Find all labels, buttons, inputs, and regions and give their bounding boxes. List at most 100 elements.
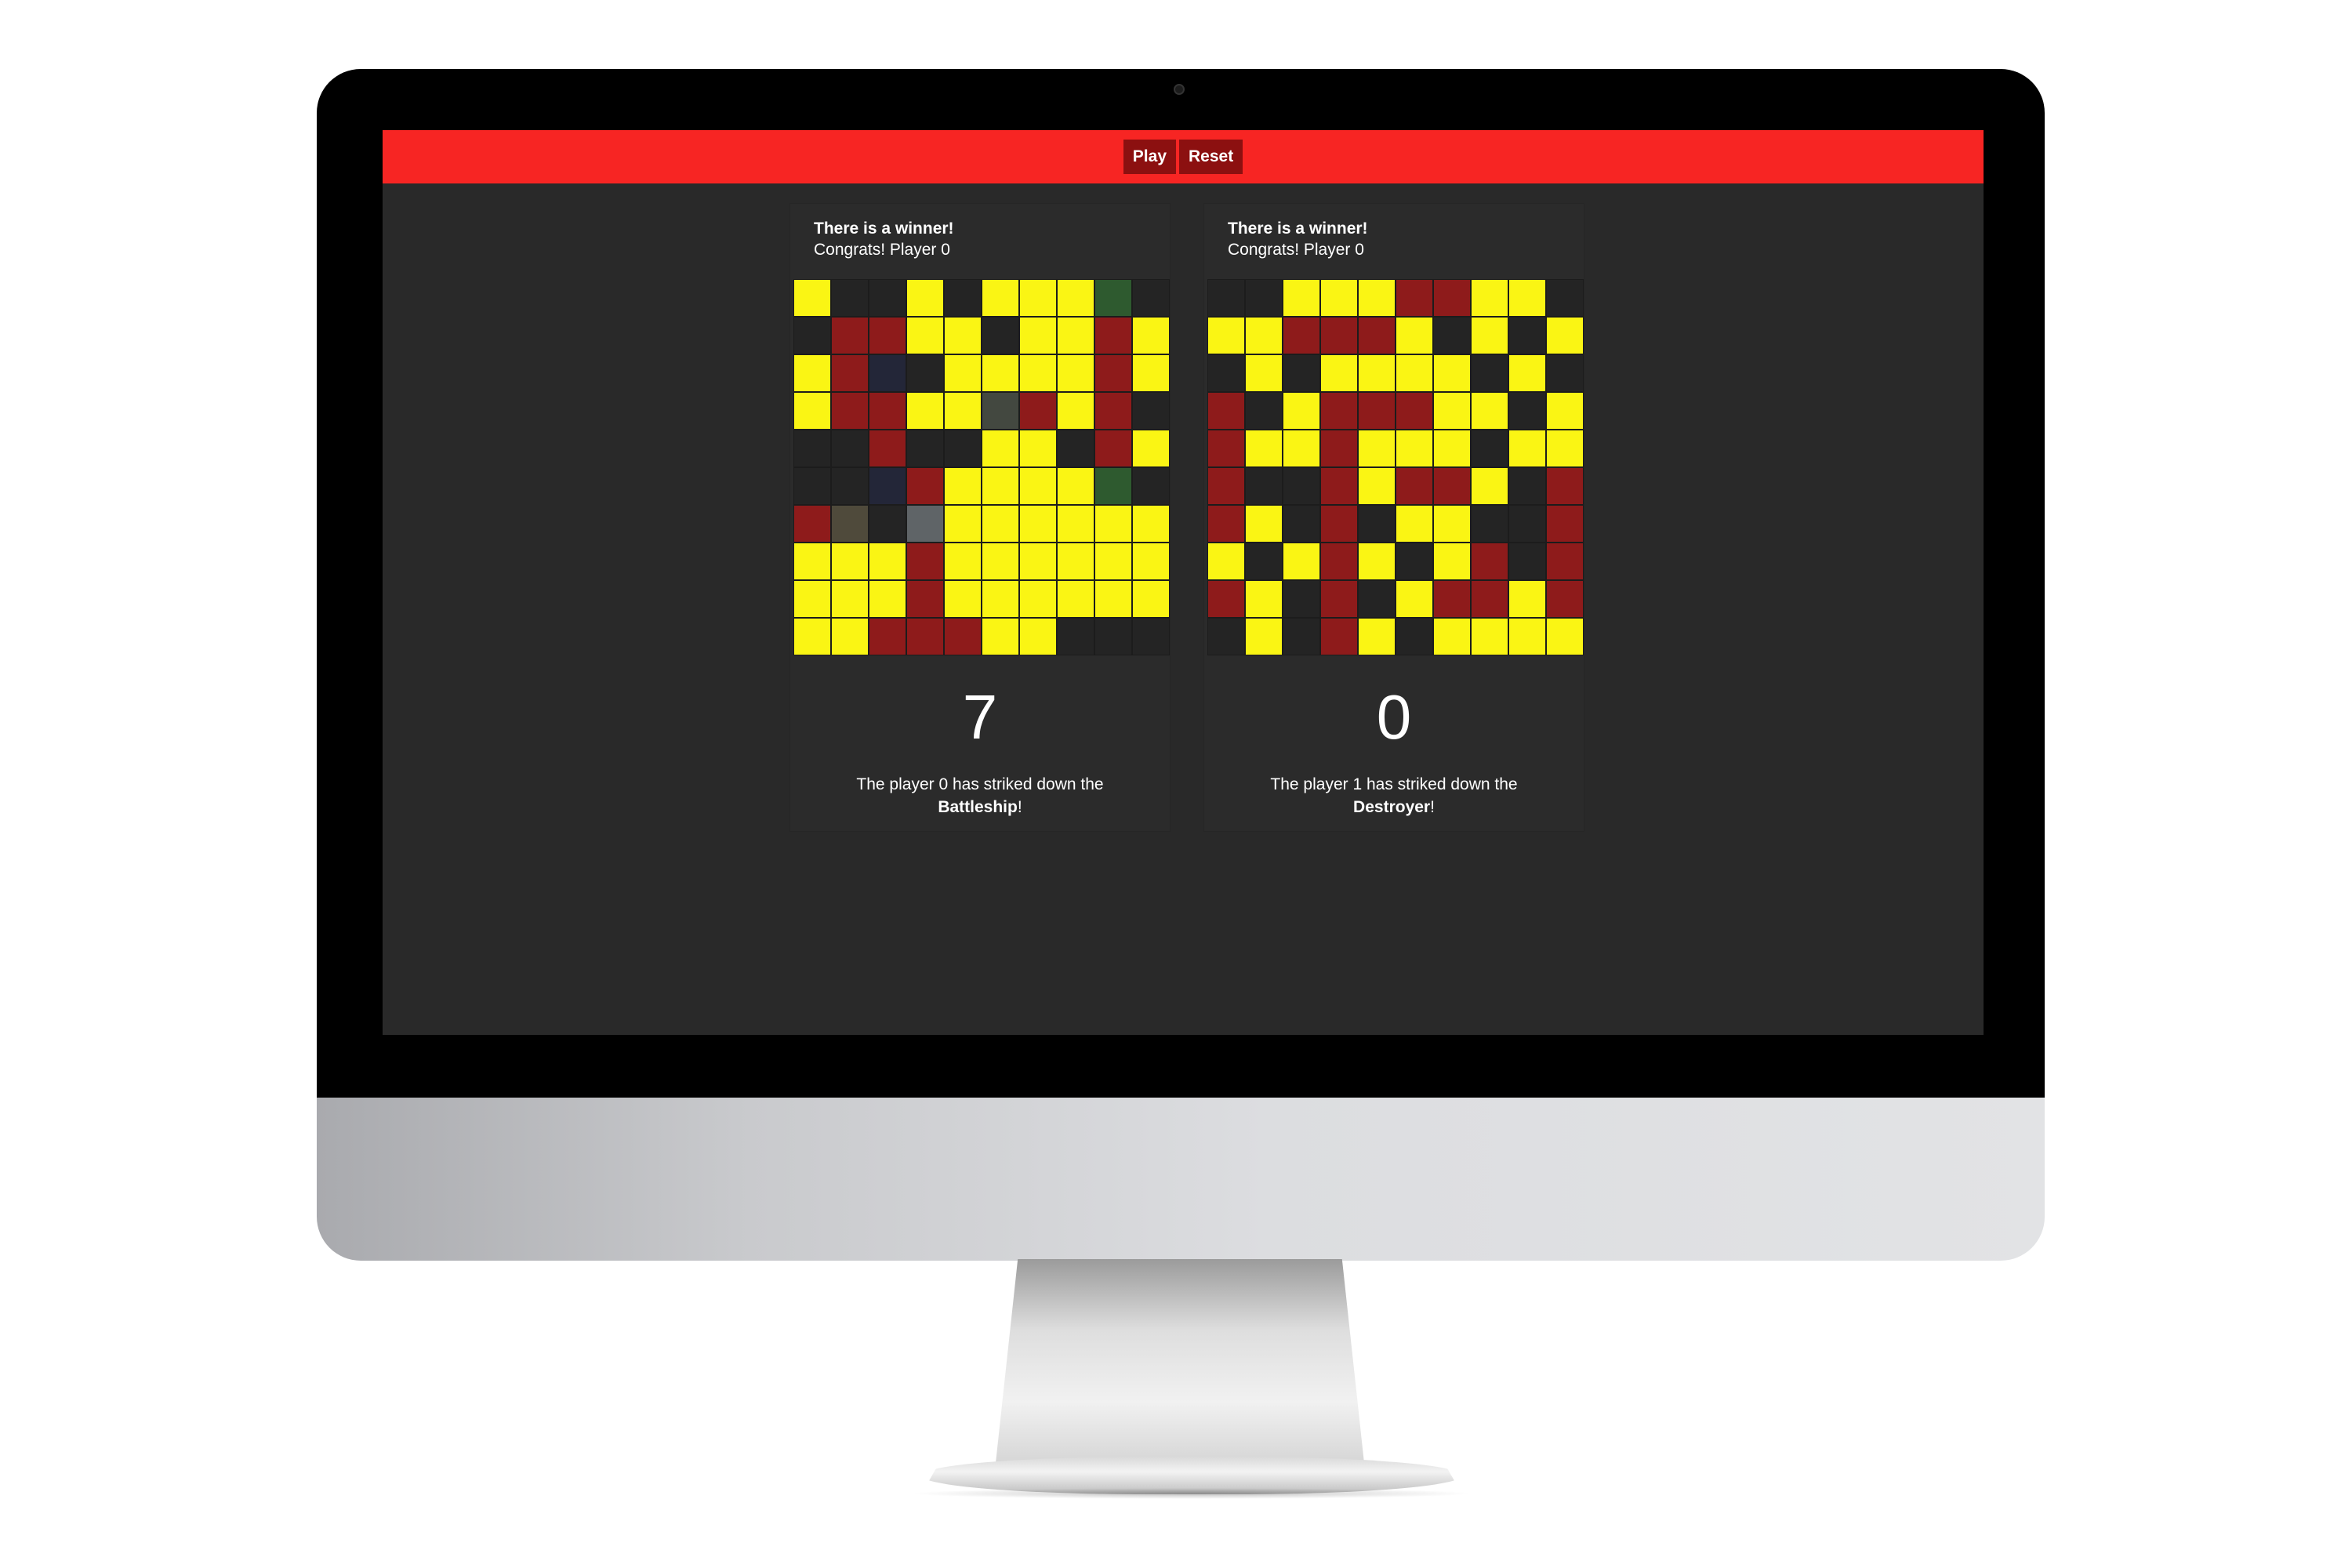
grid-cell[interactable] bbox=[1094, 543, 1132, 580]
grid-cell[interactable] bbox=[1546, 580, 1584, 618]
grid-cell[interactable] bbox=[831, 354, 869, 392]
grid-cell[interactable] bbox=[1546, 505, 1584, 543]
grid-cell[interactable] bbox=[1471, 317, 1508, 354]
grid-cell[interactable] bbox=[1358, 279, 1396, 317]
grid-cell[interactable] bbox=[869, 354, 906, 392]
grid-cell[interactable] bbox=[1207, 317, 1245, 354]
grid-cell[interactable] bbox=[906, 505, 944, 543]
grid-cell[interactable] bbox=[906, 317, 944, 354]
grid-cell[interactable] bbox=[982, 317, 1019, 354]
grid-cell[interactable] bbox=[1132, 392, 1170, 430]
grid-cell[interactable] bbox=[793, 467, 831, 505]
grid-cell[interactable] bbox=[1283, 430, 1320, 467]
grid-cell[interactable] bbox=[1245, 618, 1283, 655]
grid-cell[interactable] bbox=[1245, 543, 1283, 580]
grid-cell[interactable] bbox=[982, 505, 1019, 543]
grid-cell[interactable] bbox=[1057, 543, 1094, 580]
grid-cell[interactable] bbox=[869, 392, 906, 430]
grid-cell[interactable] bbox=[1019, 580, 1057, 618]
grid-cell[interactable] bbox=[982, 467, 1019, 505]
grid-cell[interactable] bbox=[1057, 392, 1094, 430]
grid-cell[interactable] bbox=[1396, 279, 1433, 317]
grid-cell[interactable] bbox=[1207, 430, 1245, 467]
grid-cell[interactable] bbox=[1019, 392, 1057, 430]
grid-cell[interactable] bbox=[982, 543, 1019, 580]
grid-cell[interactable] bbox=[1019, 543, 1057, 580]
grid-cell[interactable] bbox=[1320, 505, 1358, 543]
grid-cell[interactable] bbox=[869, 543, 906, 580]
grid-cell[interactable] bbox=[1019, 505, 1057, 543]
grid-cell[interactable] bbox=[1019, 430, 1057, 467]
grid-cell[interactable] bbox=[944, 392, 982, 430]
grid-cell[interactable] bbox=[1358, 618, 1396, 655]
grid-cell[interactable] bbox=[869, 317, 906, 354]
grid-cell[interactable] bbox=[793, 505, 831, 543]
grid-cell[interactable] bbox=[1546, 279, 1584, 317]
play-button[interactable]: Play bbox=[1123, 140, 1176, 174]
grid-cell[interactable] bbox=[1358, 392, 1396, 430]
grid-cell[interactable] bbox=[1094, 505, 1132, 543]
grid-cell[interactable] bbox=[1433, 279, 1471, 317]
grid-cell[interactable] bbox=[1057, 618, 1094, 655]
grid-cell[interactable] bbox=[1019, 618, 1057, 655]
grid-cell[interactable] bbox=[831, 618, 869, 655]
grid-cell[interactable] bbox=[1283, 317, 1320, 354]
grid-cell[interactable] bbox=[1471, 580, 1508, 618]
grid-cell[interactable] bbox=[1508, 354, 1546, 392]
grid-cell[interactable] bbox=[1433, 505, 1471, 543]
grid-cell[interactable] bbox=[944, 580, 982, 618]
grid-cell[interactable] bbox=[869, 580, 906, 618]
grid-cell[interactable] bbox=[1471, 543, 1508, 580]
grid-cell[interactable] bbox=[1508, 580, 1546, 618]
grid-cell[interactable] bbox=[1358, 543, 1396, 580]
grid-cell[interactable] bbox=[1283, 354, 1320, 392]
grid-cell[interactable] bbox=[1508, 543, 1546, 580]
grid-cell[interactable] bbox=[1132, 430, 1170, 467]
grid-cell[interactable] bbox=[1283, 467, 1320, 505]
grid-cell[interactable] bbox=[1396, 543, 1433, 580]
grid-cell[interactable] bbox=[1433, 430, 1471, 467]
grid-cell[interactable] bbox=[1132, 543, 1170, 580]
grid-cell[interactable] bbox=[1396, 392, 1433, 430]
grid-cell[interactable] bbox=[944, 430, 982, 467]
grid-cell[interactable] bbox=[1132, 467, 1170, 505]
grid-cell[interactable] bbox=[1320, 430, 1358, 467]
grid-cell[interactable] bbox=[1283, 618, 1320, 655]
grid-cell[interactable] bbox=[1433, 580, 1471, 618]
grid-cell[interactable] bbox=[906, 279, 944, 317]
grid-cell[interactable] bbox=[1094, 467, 1132, 505]
grid-cell[interactable] bbox=[1546, 543, 1584, 580]
grid-cell[interactable] bbox=[1396, 505, 1433, 543]
grid-cell[interactable] bbox=[1094, 580, 1132, 618]
grid-cell[interactable] bbox=[944, 618, 982, 655]
grid-cell[interactable] bbox=[1057, 505, 1094, 543]
grid-cell[interactable] bbox=[944, 543, 982, 580]
grid-cell[interactable] bbox=[1132, 618, 1170, 655]
grid-cell[interactable] bbox=[1057, 354, 1094, 392]
grid-cell[interactable] bbox=[1396, 430, 1433, 467]
grid-cell[interactable] bbox=[1207, 392, 1245, 430]
grid-cell[interactable] bbox=[1283, 543, 1320, 580]
grid-cell[interactable] bbox=[1358, 505, 1396, 543]
grid-cell[interactable] bbox=[793, 279, 831, 317]
grid-cell[interactable] bbox=[1094, 279, 1132, 317]
grid-cell[interactable] bbox=[1320, 317, 1358, 354]
grid-cell[interactable] bbox=[1283, 580, 1320, 618]
grid-cell[interactable] bbox=[1094, 618, 1132, 655]
grid-cell[interactable] bbox=[1019, 279, 1057, 317]
grid-cell[interactable] bbox=[906, 430, 944, 467]
grid-cell[interactable] bbox=[831, 392, 869, 430]
grid-cell[interactable] bbox=[1320, 618, 1358, 655]
grid-cell[interactable] bbox=[1057, 580, 1094, 618]
grid-cell[interactable] bbox=[1508, 467, 1546, 505]
grid-cell[interactable] bbox=[793, 580, 831, 618]
grid-cell[interactable] bbox=[1207, 580, 1245, 618]
grid-cell[interactable] bbox=[1471, 430, 1508, 467]
grid-cell[interactable] bbox=[869, 430, 906, 467]
grid-cell[interactable] bbox=[1396, 317, 1433, 354]
grid-cell[interactable] bbox=[906, 543, 944, 580]
grid-cell[interactable] bbox=[1207, 467, 1245, 505]
grid-cell[interactable] bbox=[1283, 505, 1320, 543]
grid-cell[interactable] bbox=[1508, 430, 1546, 467]
grid-cell[interactable] bbox=[793, 543, 831, 580]
